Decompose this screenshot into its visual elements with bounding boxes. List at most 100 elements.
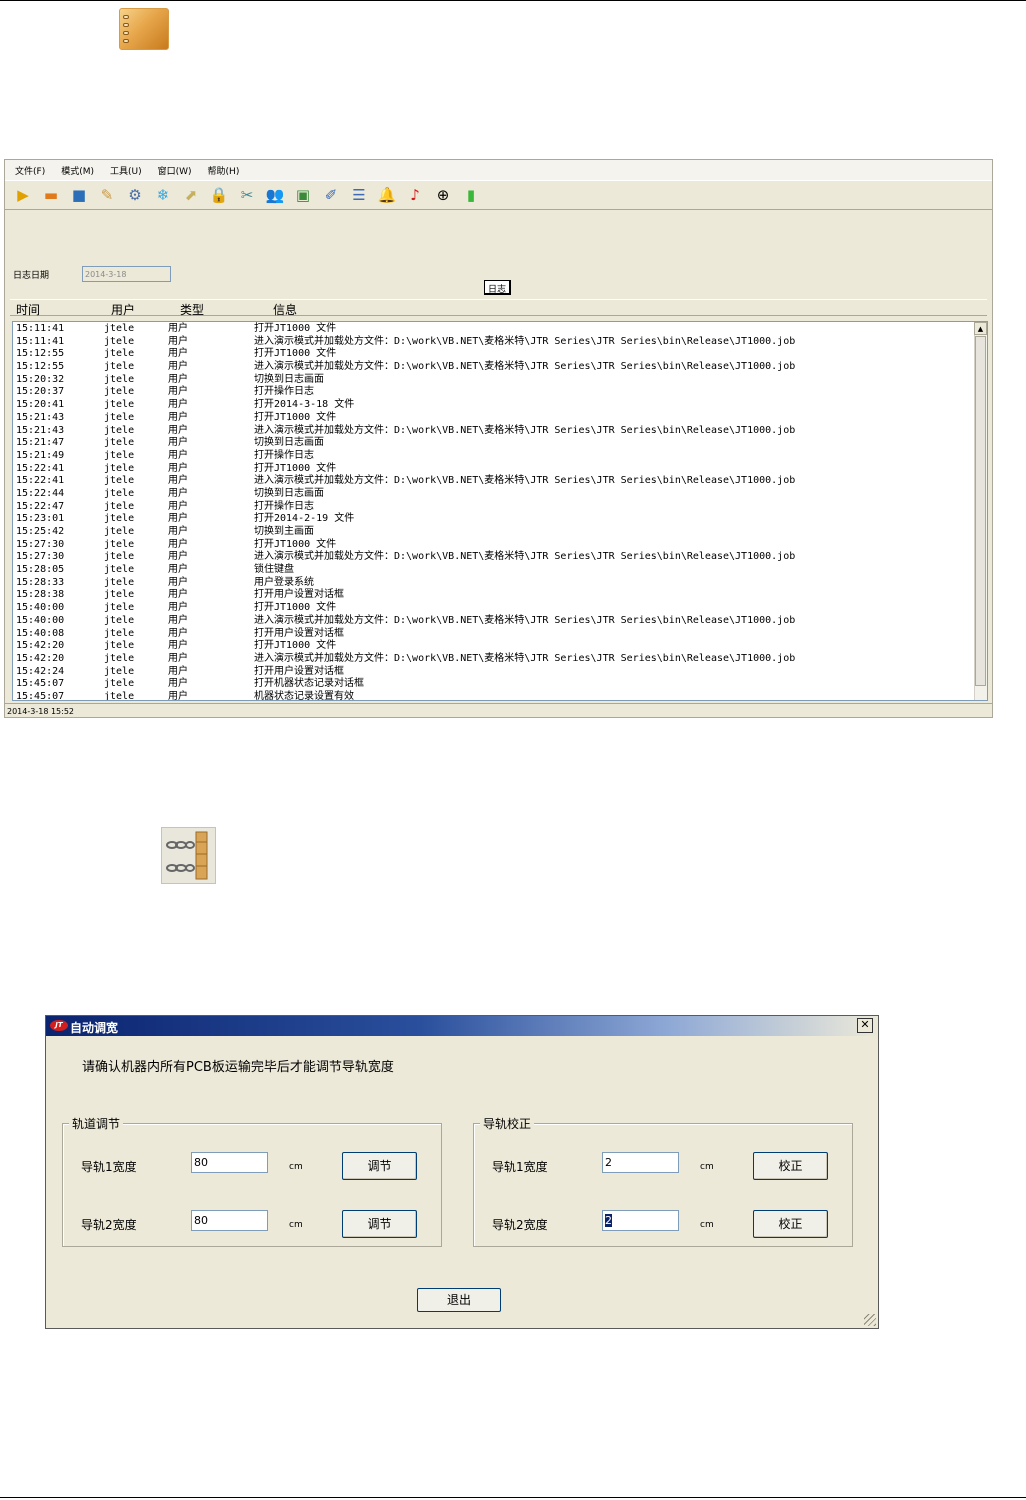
toolbar: ▶ ▬ ■ ✎ ⚙ ❄ ⬈ 🔒 ✂ 👥 ▣ ✐ ☰ 🔔 ♪ ⊕ ▮ — [5, 180, 992, 210]
rail-calibration-group: 导轨校正 导轨1宽度 2 cm 校正 导轨2宽度 2 cm 校正 — [473, 1115, 853, 1247]
log-cell-time: 15:25:42 — [16, 526, 65, 537]
track-rail1-adjust-button[interactable]: 调节 — [342, 1152, 417, 1180]
log-cell-info: 用户登录系统 — [254, 576, 314, 588]
log-row[interactable]: 15:21:43 jtele 用户 打开JT1000 文件 — [13, 412, 977, 425]
log-cell-info: 打开JT1000 文件 — [254, 602, 337, 614]
log-cell-user: jtele — [104, 411, 135, 423]
lock-icon[interactable]: 🔒 — [207, 183, 231, 207]
save-icon[interactable]: ■ — [67, 183, 91, 207]
calib-rail2-width-input[interactable]: 2 — [602, 1210, 679, 1231]
log-cell-time: 15:40:08 — [16, 627, 65, 639]
log-row[interactable]: 15:45:07 jtele 用户 机器状态记录设置有效 — [13, 691, 977, 700]
column-header-time[interactable]: 时间 — [16, 301, 40, 318]
log-list[interactable]: 15:11:41 jtele 用户 打开JT1000 文件 15:11:41 jtele 用… — [12, 321, 988, 701]
menu-help[interactable]: 帮助(H) — [208, 164, 240, 177]
tools-icon[interactable]: ✂ — [235, 183, 259, 207]
column-header-user[interactable]: 用户 — [111, 301, 135, 318]
log-row[interactable]: 15:27:30 jtele 用户 进入演示模式并加载处方文件：D:\work\VB.… — [13, 551, 977, 564]
log-date-input[interactable] — [82, 266, 171, 282]
log-row[interactable]: 15:22:41 jtele 用户 打开JT1000 文件 — [13, 463, 977, 476]
log-row[interactable]: 15:22:41 jtele 用户 进入演示模式并加载处方文件：D:\work\VB.… — [13, 475, 977, 488]
scroll-up-arrow-icon[interactable]: ▲ — [974, 322, 987, 335]
log-row[interactable]: 15:22:44 jtele 用户 切换到日志画面 — [13, 488, 977, 501]
log-row[interactable]: 15:21:43 jtele 用户 进入演示模式并加载处方文件：D:\work\VB.… — [13, 425, 977, 438]
bell-icon[interactable]: 🔔 — [375, 183, 399, 207]
log-row[interactable]: 15:12:55 jtele 用户 打开JT1000 文件 — [13, 348, 977, 361]
menu-window[interactable]: 窗口(W) — [158, 164, 192, 177]
log-row[interactable]: 15:20:37 jtele 用户 打开操作日志 — [13, 386, 977, 399]
log-row[interactable]: 15:28:38 jtele 用户 打开用户设置对话框 — [13, 589, 977, 602]
log-row[interactable]: 15:28:05 jtele 用户 锁住键盘 — [13, 564, 977, 577]
log-cell-info: 切换到日志画面 — [254, 487, 324, 499]
log-cell-info: 打开操作日志 — [254, 386, 314, 398]
log-cell-user: jtele — [104, 335, 135, 347]
monitor-icon[interactable]: ▣ — [291, 183, 315, 207]
log-row[interactable]: 15:22:47 jtele 用户 打开操作日志 — [13, 501, 977, 514]
list-icon[interactable]: ☰ — [347, 183, 371, 207]
log-row[interactable]: 15:27:30 jtele 用户 打开JT1000 文件 — [13, 539, 977, 552]
edit-icon[interactable]: ✎ — [95, 183, 119, 207]
open-folder-icon[interactable]: ▬ — [39, 183, 63, 207]
log-row[interactable]: 15:45:07 jtele 用户 打开机器状态记录对话框 — [13, 678, 977, 691]
menu-tools[interactable]: 工具(U) — [110, 164, 142, 177]
menu-mode[interactable]: 模式(M) — [61, 164, 94, 177]
dialog-titlebar[interactable]: JT 自动调宽 ✕ — [46, 1016, 878, 1036]
log-cell-type: 用户 — [168, 665, 188, 677]
log-tab-label[interactable]: 日志 — [484, 280, 512, 295]
log-cell-time: 15:22:41 — [16, 475, 65, 487]
menu-file[interactable]: 文件(F) — [15, 164, 45, 177]
battery-icon[interactable]: ▮ — [459, 183, 483, 207]
log-cell-info: 进入演示模式并加载处方文件：D:\work\VB.NET\麦格米特\JTR Se… — [254, 614, 796, 626]
log-cell-type: 用户 — [168, 652, 188, 664]
log-row[interactable]: 15:28:33 jtele 用户 用户登录系统 — [13, 577, 977, 590]
track-rail2-width-input[interactable]: 80 — [191, 1210, 268, 1231]
scroll-thumb[interactable] — [975, 336, 986, 686]
log-row[interactable]: 15:42:20 jtele 用户 打开JT1000 文件 — [13, 640, 977, 653]
exit-button[interactable]: 退出 — [417, 1288, 501, 1312]
log-cell-time: 15:22:41 — [16, 462, 65, 474]
log-row[interactable]: 15:20:41 jtele 用户 打开2014-3-18 文件 — [13, 399, 977, 412]
export-icon[interactable]: ⬈ — [179, 183, 203, 207]
log-row[interactable]: 15:11:41 jtele 用户 进入演示模式并加载处方文件：D:\work\VB.… — [13, 336, 977, 349]
gears-icon[interactable]: ⚙ — [123, 183, 147, 207]
snowflake-icon[interactable]: ❄ — [151, 183, 175, 207]
close-icon[interactable]: ✕ — [857, 1018, 873, 1033]
log-cell-type: 用户 — [168, 462, 188, 474]
calib-rail1-calibrate-button[interactable]: 校正 — [753, 1152, 828, 1180]
log-cell-time: 15:20:41 — [16, 399, 65, 411]
page-top-rule — [0, 0, 1026, 1]
rail-calibration-legend: 导轨校正 — [480, 1115, 535, 1132]
column-header-type[interactable]: 类型 — [180, 301, 204, 318]
log-row[interactable]: 15:40:08 jtele 用户 打开用户设置对话框 — [13, 628, 977, 641]
log-cell-type: 用户 — [168, 323, 188, 334]
log-row[interactable]: 15:40:00 jtele 用户 进入演示模式并加载处方文件：D:\work\VB.… — [13, 615, 977, 628]
log-row[interactable]: 15:21:47 jtele 用户 切换到日志画面 — [13, 437, 977, 450]
log-row[interactable]: 15:42:24 jtele 用户 打开用户设置对话框 — [13, 666, 977, 679]
log-cell-type: 用户 — [168, 373, 188, 385]
log-row[interactable]: 15:42:20 jtele 用户 进入演示模式并加载处方文件：D:\work\VB.… — [13, 653, 977, 666]
column-header-info[interactable]: 信息 — [273, 301, 297, 318]
log-row[interactable]: 15:25:42 jtele 用户 切换到主画面 — [13, 526, 977, 539]
log-row[interactable]: 15:11:41 jtele 用户 打开JT1000 文件 — [13, 323, 977, 336]
log-cell-user: jtele — [104, 361, 135, 373]
resize-grip[interactable] — [864, 1314, 876, 1326]
log-cell-type: 用户 — [168, 627, 188, 639]
track-rail1-width-input[interactable]: 80 — [191, 1152, 268, 1173]
log-cell-type: 用户 — [168, 424, 188, 436]
notebook-ring — [123, 23, 129, 27]
brand-logo-icon[interactable]: ♪ — [403, 183, 427, 207]
calib-rail1-width-input[interactable]: 2 — [602, 1152, 679, 1173]
log-row[interactable]: 15:21:49 jtele 用户 打开操作日志 — [13, 450, 977, 463]
start-icon[interactable]: ▶ — [11, 183, 35, 207]
log-row[interactable]: 15:12:55 jtele 用户 进入演示模式并加载处方文件：D:\work\VB.… — [13, 361, 977, 374]
users-icon[interactable]: 👥 — [263, 183, 287, 207]
log-row[interactable]: 15:20:32 jtele 用户 切换到日志画面 — [13, 374, 977, 387]
track-rail2-adjust-button[interactable]: 调节 — [342, 1210, 417, 1238]
chart-edit-icon[interactable]: ✐ — [319, 183, 343, 207]
log-scrollbar[interactable]: ▲ — [974, 322, 987, 700]
log-cell-type: 用户 — [168, 551, 188, 563]
rail-logo-icon[interactable]: ⊕ — [431, 183, 455, 207]
log-row[interactable]: 15:23:01 jtele 用户 打开2014-2-19 文件 — [13, 513, 977, 526]
calib-rail2-calibrate-button[interactable]: 校正 — [753, 1210, 828, 1238]
log-row[interactable]: 15:40:00 jtele 用户 打开JT1000 文件 — [13, 602, 977, 615]
